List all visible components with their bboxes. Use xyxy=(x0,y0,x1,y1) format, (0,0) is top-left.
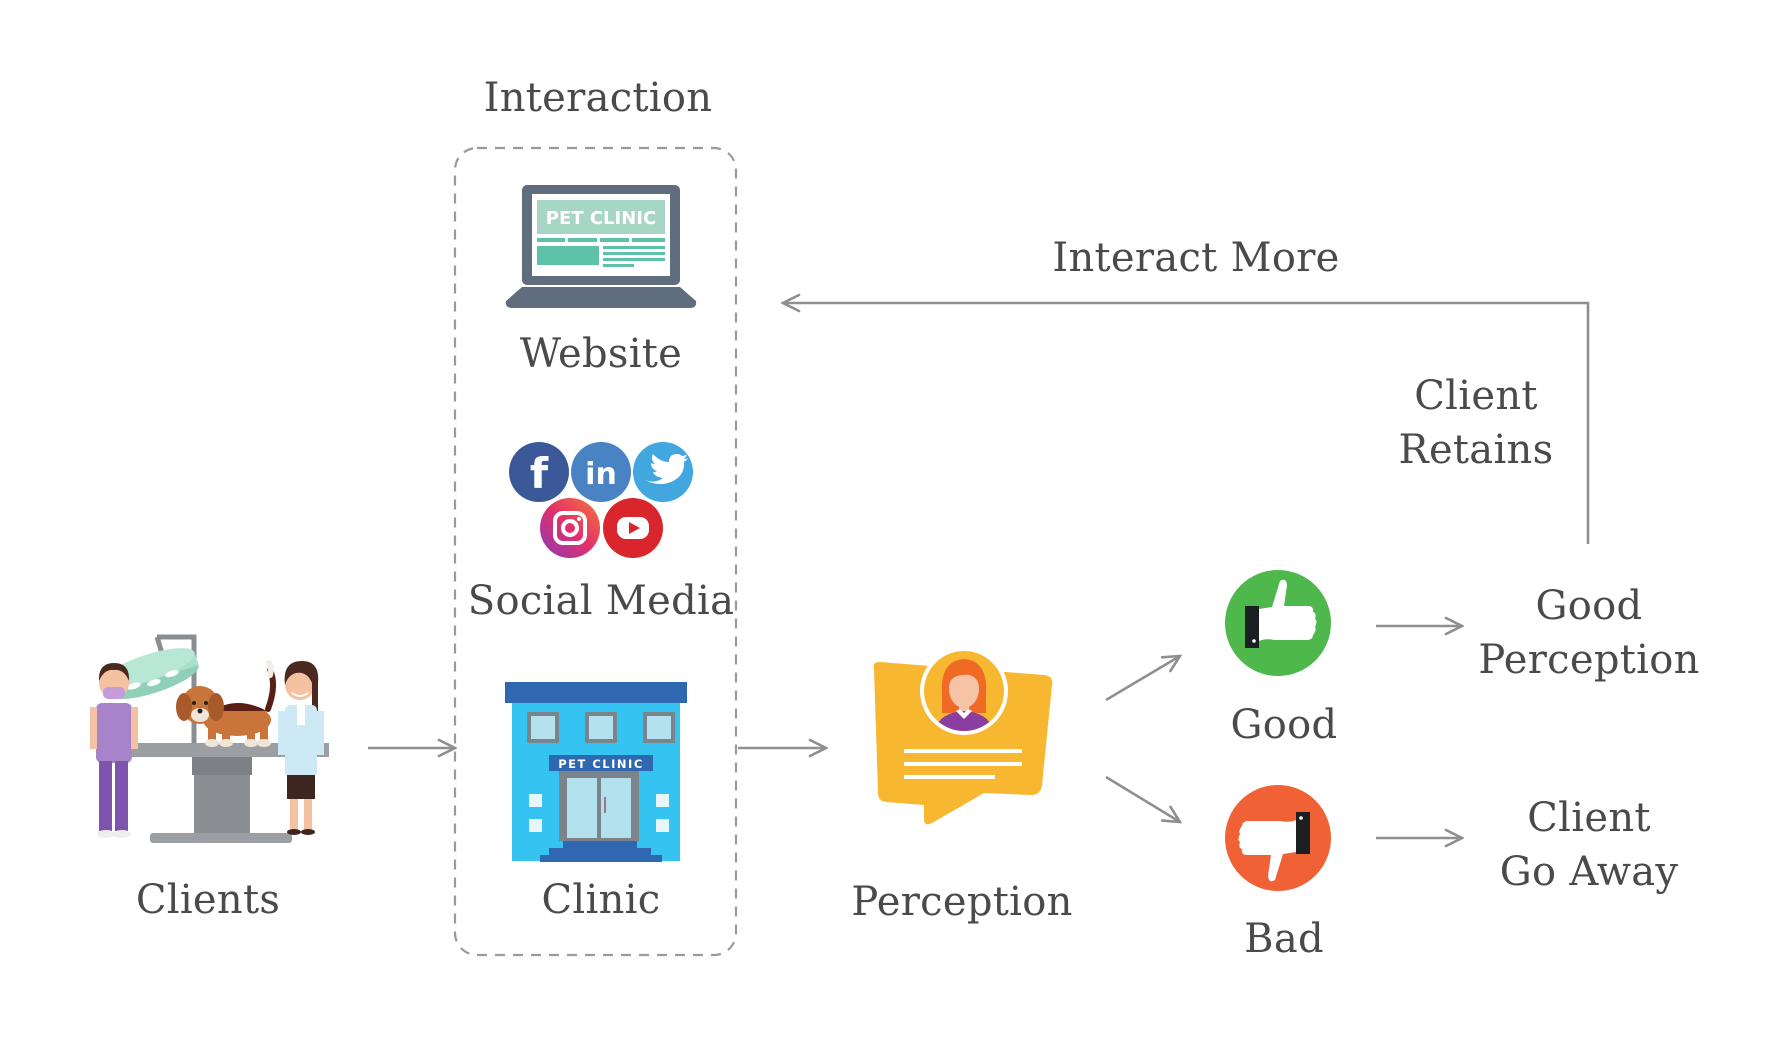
label-interaction: Interaction xyxy=(483,75,713,121)
label-good: Good xyxy=(1230,702,1338,748)
social-media-icons: f in xyxy=(509,442,693,558)
label-client-retains-line-1: Client xyxy=(1414,373,1538,419)
arrow-perception-to-good xyxy=(1105,656,1180,702)
label-clinic: Clinic xyxy=(541,877,661,923)
label-good-perception-line-2: Perception xyxy=(1478,637,1700,683)
label-client-retains-line-2: Retains xyxy=(1398,427,1554,473)
label-perception: Perception xyxy=(851,879,1073,925)
label-website: Website xyxy=(519,331,683,377)
clinic-sign-text: PET CLINIC xyxy=(558,757,644,771)
label-good-perception: Good Perception xyxy=(1478,579,1699,687)
label-client-go-away-line-2: Go Away xyxy=(1499,849,1679,895)
label-good-perception-line-1: Good xyxy=(1535,583,1643,629)
label-client-go-away: Client Go Away xyxy=(1500,791,1679,899)
perception-speech-bubble-icon xyxy=(873,647,1053,825)
vet-exam-illustration-icon xyxy=(90,634,329,843)
thumbs-up-icon xyxy=(1225,570,1331,676)
youtube-icon[interactable] xyxy=(603,498,663,558)
label-client-retains: Client Retains xyxy=(1399,369,1554,477)
svg-text:f: f xyxy=(530,449,549,498)
instagram-icon[interactable] xyxy=(540,498,600,558)
thumbs-down-icon xyxy=(1225,785,1331,891)
label-interact-more: Interact More xyxy=(1052,235,1340,281)
label-social-media: Social Media xyxy=(467,578,735,624)
label-bad: Bad xyxy=(1244,916,1324,962)
twitter-icon[interactable] xyxy=(633,442,693,502)
label-client-go-away-line-1: Client xyxy=(1527,795,1651,841)
facebook-icon[interactable]: f xyxy=(509,442,569,502)
laptop-icon: PET CLINIC xyxy=(505,185,697,308)
diagram-canvas: Clients Interaction PET CLINIC Website f… xyxy=(0,0,1773,1039)
arrow-perception-to-bad xyxy=(1105,775,1180,822)
clinic-building-icon: PET CLINIC xyxy=(505,682,687,862)
svg-text:in: in xyxy=(585,457,617,492)
label-clients: Clients xyxy=(135,877,281,923)
linkedin-icon[interactable]: in xyxy=(571,442,631,502)
laptop-screen-text: PET CLINIC xyxy=(546,208,656,229)
